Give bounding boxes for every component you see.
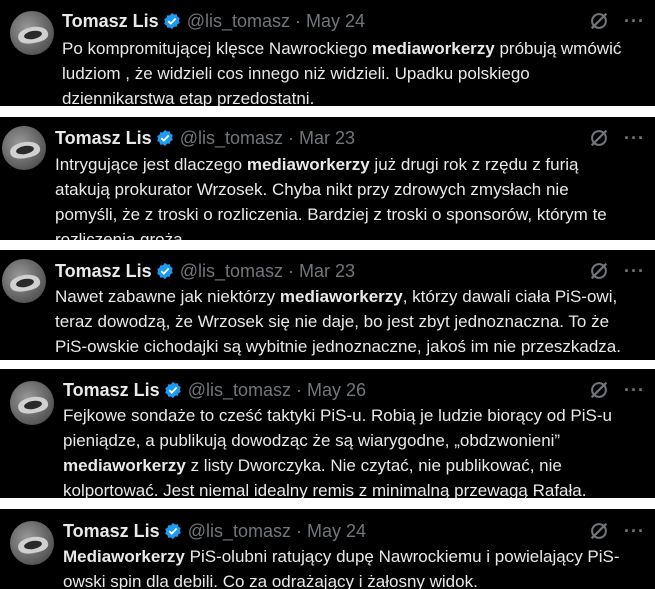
separator: · <box>296 520 303 541</box>
more-icon[interactable]: ··· <box>624 12 645 30</box>
tweet-card[interactable]: Tomasz Lis @lis_tomasz · Mar 23 ··· Nawe… <box>0 250 655 360</box>
tweet-header: Tomasz Lis @lis_tomasz · May 26 <box>63 378 366 402</box>
tweet-actions: ··· <box>588 260 645 282</box>
author-name[interactable]: Tomasz Lis <box>63 521 160 542</box>
avatar[interactable] <box>10 521 54 565</box>
separator: · <box>288 127 295 148</box>
grok-icon[interactable] <box>588 127 610 149</box>
text-line: pieniądze, a publikują dowodząc że są wi… <box>63 431 561 450</box>
grok-icon[interactable] <box>588 379 610 401</box>
author-handle[interactable]: @lis_tomasz <box>188 521 291 542</box>
tweet-text: Po kompromitującej klęsce Nawrockiego me… <box>62 36 621 106</box>
grok-icon[interactable] <box>588 10 610 32</box>
tweet-header: Tomasz Lis @lis_tomasz · May 24 <box>63 519 366 543</box>
text-line: ludziom , że widzieli cos innego niż wid… <box>62 64 530 83</box>
author-handle[interactable]: @lis_tomasz <box>188 380 291 401</box>
tweet-header: Tomasz Lis @lis_tomasz · May 24 <box>62 9 365 33</box>
avatar[interactable] <box>10 381 54 425</box>
avatar[interactable] <box>2 126 46 170</box>
tweet-text: Nawet zabawne jak niektórzy mediaworkerz… <box>55 284 621 359</box>
verified-badge-icon <box>156 129 173 147</box>
tweet-card[interactable]: Tomasz Lis @lis_tomasz · May 24 ··· Medi… <box>0 509 655 589</box>
verified-badge-icon <box>164 381 181 399</box>
author-handle[interactable]: @lis_tomasz <box>180 128 283 149</box>
tweet-date[interactable]: May 26 <box>307 380 366 401</box>
author-name[interactable]: Tomasz Lis <box>55 261 152 282</box>
grok-icon[interactable] <box>588 260 610 282</box>
separator: · <box>295 10 302 31</box>
author-name[interactable]: Tomasz Lis <box>63 380 160 401</box>
tweet-card[interactable]: Tomasz Lis @lis_tomasz · May 24 ··· Po k… <box>0 0 655 106</box>
more-icon[interactable]: ··· <box>624 262 645 280</box>
more-icon[interactable]: ··· <box>624 129 645 147</box>
bold-keyword: mediaworkerzy <box>246 155 370 174</box>
separator: · <box>288 260 295 281</box>
author-handle[interactable]: @lis_tomasz <box>180 261 283 282</box>
tweet-date[interactable]: May 24 <box>306 11 365 32</box>
bold-keyword: Mediaworkerzy <box>63 547 185 566</box>
bold-keyword: mediaworkerzy <box>371 39 495 58</box>
text-line: dziennikarstwa etap przedostatni. <box>62 89 315 106</box>
tweet-date[interactable]: Mar 23 <box>299 261 355 282</box>
text-line: atakują prokurator Wrzosek. Chyba nikt p… <box>55 180 569 199</box>
text-line: owski spin dla debili. Co za odrażający … <box>63 572 478 589</box>
author-handle[interactable]: @lis_tomasz <box>187 11 290 32</box>
verified-badge-icon <box>163 12 180 30</box>
tweet-actions: ··· <box>588 379 645 401</box>
text-line: Nawet zabawne jak niektórzy mediaworkerz… <box>55 287 618 306</box>
tweet-header: Tomasz Lis @lis_tomasz · Mar 23 <box>55 126 355 150</box>
text-line: Fejkowe sondaże to cześć taktyki PiS-u. … <box>63 406 612 425</box>
tweet-card[interactable]: Tomasz Lis @lis_tomasz · Mar 23 ··· Intr… <box>0 117 655 240</box>
tweet-actions: ··· <box>588 127 645 149</box>
text-line: Mediaworkerzy PiS-olubni ratujący dupę N… <box>63 547 620 566</box>
more-icon[interactable]: ··· <box>624 522 645 540</box>
text-line: kolportować. Jest niemal idealny remis z… <box>63 481 587 498</box>
tweet-actions: ··· <box>588 10 645 32</box>
more-icon[interactable]: ··· <box>624 381 645 399</box>
text-line: mediaworkerzy z listy Dworczyka. Nie czy… <box>63 456 562 475</box>
tweet-date[interactable]: May 24 <box>307 521 366 542</box>
avatar[interactable] <box>10 11 54 55</box>
tweet-text: Mediaworkerzy PiS-olubni ratujący dupę N… <box>63 544 620 589</box>
verified-badge-icon <box>156 262 173 280</box>
tweet-card[interactable]: Tomasz Lis @lis_tomasz · May 26 ··· Fejk… <box>0 369 655 498</box>
separator: · <box>296 379 303 400</box>
text-line: Intrygujące jest dlaczego mediaworkerzy … <box>55 155 579 174</box>
tweet-actions: ··· <box>588 520 645 542</box>
tweet-text: Fejkowe sondaże to cześć taktyki PiS-u. … <box>63 403 612 498</box>
tweet-text: Intrygujące jest dlaczego mediaworkerzy … <box>55 152 607 240</box>
text-line: Po kompromitującej klęsce Nawrockiego me… <box>62 39 622 58</box>
text-line: pomyśli, że z troski o rozliczenia. Bard… <box>55 205 607 224</box>
author-name[interactable]: Tomasz Lis <box>62 11 159 32</box>
text-line: rozliczenia grożą. <box>55 230 188 240</box>
bold-keyword: mediaworkerzy <box>279 287 403 306</box>
grok-icon[interactable] <box>588 520 610 542</box>
tweet-header: Tomasz Lis @lis_tomasz · Mar 23 <box>55 259 355 283</box>
text-line: teraz dowodzą, że Wrzosek się nie daje, … <box>55 312 610 331</box>
author-name[interactable]: Tomasz Lis <box>55 128 152 149</box>
avatar[interactable] <box>2 259 46 303</box>
verified-badge-icon <box>164 522 181 540</box>
bold-keyword: mediaworkerzy <box>63 456 186 475</box>
text-line: PiS-owskie cichodajki są wybitnie jednoz… <box>55 337 621 356</box>
tweet-date[interactable]: Mar 23 <box>299 128 355 149</box>
